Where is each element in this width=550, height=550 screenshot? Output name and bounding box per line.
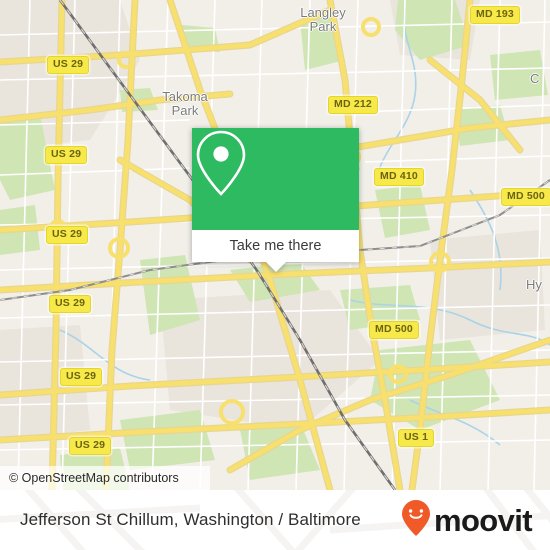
- popup-marker-area: [192, 128, 359, 230]
- road-shield-md-212[interactable]: MD 212: [328, 96, 378, 114]
- road-shield-us-29[interactable]: US 29: [69, 437, 112, 455]
- bottom-info-bar: Jefferson St Chillum, Washington / Balti…: [0, 490, 550, 550]
- attribution-text: © OpenStreetMap contributors: [9, 471, 179, 485]
- road-shield-us-29[interactable]: US 29: [47, 56, 90, 74]
- road-shield-us-29[interactable]: US 29: [46, 226, 89, 244]
- road-shield-us-29[interactable]: US 29: [49, 295, 92, 313]
- road-shield-md-193[interactable]: MD 193: [470, 6, 520, 24]
- moovit-logo[interactable]: moovit: [401, 490, 533, 550]
- road-shield-us-29[interactable]: US 29: [45, 146, 88, 164]
- take-me-there-button[interactable]: Take me there: [192, 230, 359, 272]
- moovit-pin-smile-icon: [401, 499, 431, 542]
- map-screenshot: Langley Park Takoma Park C Hy US 29 US 2…: [0, 0, 550, 550]
- location-title-text: Jefferson St Chillum, Washington / Balti…: [20, 510, 361, 529]
- road-shield-md-500[interactable]: MD 500: [501, 188, 550, 206]
- road-shield-md-500[interactable]: MD 500: [369, 321, 419, 339]
- location-popup-card[interactable]: Take me there: [192, 128, 359, 272]
- map-canvas[interactable]: Langley Park Takoma Park C Hy US 29 US 2…: [0, 0, 550, 490]
- road-shield-us-29[interactable]: US 29: [60, 368, 103, 386]
- take-me-there-label: Take me there: [229, 238, 322, 254]
- moovit-wordmark: moovit: [433, 502, 533, 538]
- road-shield-us-1[interactable]: US 1: [398, 429, 435, 447]
- location-title: Jefferson St Chillum, Washington / Balti…: [20, 490, 361, 550]
- road-shield-md-410[interactable]: MD 410: [374, 168, 424, 186]
- popup-pointer: [264, 261, 287, 272]
- map-attribution[interactable]: © OpenStreetMap contributors: [0, 466, 210, 490]
